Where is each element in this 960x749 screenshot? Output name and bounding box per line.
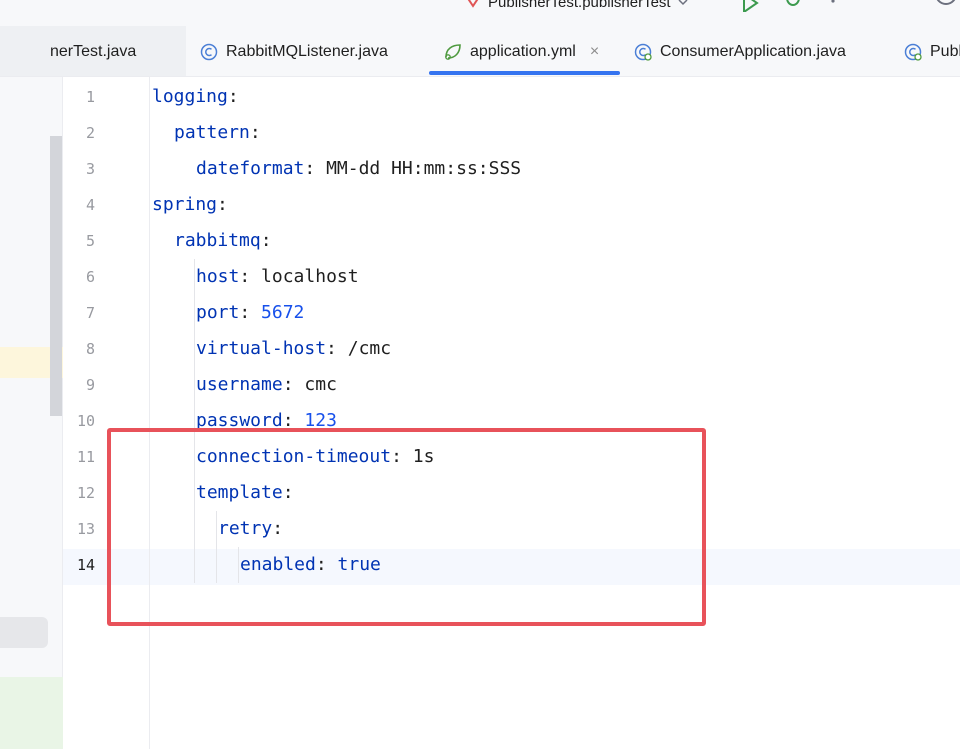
line-number: 7	[85, 304, 95, 322]
line-number: 6	[85, 268, 95, 286]
account-icon[interactable]	[932, 0, 960, 12]
yaml-key: dateformat	[196, 158, 305, 179]
yaml-entry: spring:	[152, 187, 239, 223]
line-number: 4	[85, 196, 95, 214]
yaml-key: virtual-host	[196, 338, 327, 359]
code-line[interactable]: 7 port: 5672	[63, 295, 960, 331]
yaml-colon: :	[217, 194, 239, 215]
yaml-entry: dateformat: MM-dd HH:mm:ss:SSS	[196, 151, 521, 187]
code-line[interactable]: 2 pattern:	[63, 115, 960, 151]
yaml-colon: :	[249, 122, 272, 143]
line-number: 13	[76, 520, 95, 538]
java-class-icon	[200, 43, 218, 60]
code-line[interactable]: 8 virtual-host: /cmc	[63, 331, 960, 367]
tree-item[interactable]	[0, 677, 63, 749]
annotation-box	[107, 428, 706, 626]
editor-tab-bar: nerTest.java RabbitMQListener.java appli…	[0, 26, 960, 77]
debug-icon[interactable]	[782, 0, 804, 12]
run-configuration-label: PublisherTest.publisherTest	[488, 0, 671, 11]
yaml-colon: :	[304, 158, 327, 179]
code-line[interactable]: 9 username: cmc	[63, 367, 960, 403]
line-number: 14	[76, 556, 95, 574]
code-line[interactable]: 3 dateformat: MM-dd HH:mm:ss:SSS	[63, 151, 960, 187]
yaml-key: spring	[152, 194, 218, 215]
line-number: 9	[85, 376, 95, 394]
line-number: 1	[85, 88, 95, 106]
yaml-value: /cmc	[347, 338, 392, 359]
yaml-colon: :	[239, 302, 262, 323]
yaml-key: logging	[152, 86, 228, 107]
tab-label: application.yml	[470, 42, 576, 60]
chevron-down-icon	[678, 0, 688, 6]
junit-icon	[467, 0, 479, 8]
yaml-key: host	[196, 266, 240, 287]
tab-consumer-application[interactable]: ConsumerApplication.java	[634, 26, 846, 76]
code-line[interactable]: 4 spring:	[63, 187, 960, 223]
yaml-key: rabbitmq	[174, 230, 261, 251]
yaml-entry: port: 5672	[196, 295, 304, 331]
yaml-colon: :	[326, 338, 348, 359]
yaml-colon: :	[239, 266, 262, 287]
spring-yaml-icon	[445, 43, 461, 60]
tab-application-yml[interactable]: application.yml ×	[444, 26, 599, 76]
tab-rabbitmq-listener[interactable]: RabbitMQListener.java	[200, 26, 388, 76]
tab-label: ConsumerApplication.java	[660, 42, 846, 60]
yaml-value: cmc	[304, 374, 337, 395]
code-line[interactable]: 6 host: localhost	[63, 259, 960, 295]
line-number: 2	[85, 124, 95, 142]
tab-label: Publi	[930, 42, 960, 60]
code-line[interactable]: 5 rabbitmq:	[63, 223, 960, 259]
tab-label: RabbitMQListener.java	[226, 42, 388, 60]
spring-boot-class-icon	[634, 43, 652, 61]
tab-publisher-application[interactable]: Publi	[904, 26, 960, 76]
tab-label: nerTest.java	[50, 42, 137, 60]
run-icon[interactable]	[740, 0, 760, 12]
yaml-colon: :	[227, 86, 250, 107]
yaml-value: MM-dd HH:mm:ss:SSS	[326, 158, 522, 179]
code-editor[interactable]: 1 logging: 2 pattern: 3 dateformat: MM-dd H…	[63, 77, 960, 749]
close-tab-icon[interactable]: ×	[590, 43, 599, 61]
project-panel	[0, 77, 63, 749]
yaml-colon: :	[282, 374, 305, 395]
yaml-entry: pattern:	[174, 115, 272, 151]
code-line[interactable]: 1 logging:	[63, 79, 960, 115]
main-toolbar: PublisherTest.publisherTest	[0, 0, 960, 26]
yaml-value: localhost	[261, 266, 359, 287]
yaml-entry: virtual-host: /cmc	[196, 331, 391, 367]
line-number: 3	[85, 160, 95, 178]
line-number: 8	[85, 340, 95, 358]
spring-boot-class-icon	[904, 43, 922, 61]
yaml-colon: :	[260, 230, 283, 251]
yaml-entry: logging:	[152, 79, 250, 115]
scrollbar[interactable]	[50, 136, 62, 416]
yaml-key: username	[196, 374, 283, 395]
active-tab-indicator	[429, 71, 620, 75]
yaml-entry: host: localhost	[196, 259, 359, 295]
yaml-entry: rabbitmq:	[174, 223, 282, 259]
yaml-key: port	[196, 302, 240, 323]
yaml-value: 5672	[261, 302, 305, 323]
tree-item[interactable]	[0, 617, 48, 648]
yaml-key: pattern	[174, 122, 250, 143]
line-number: 12	[76, 484, 95, 502]
more-actions-icon[interactable]	[828, 0, 838, 12]
run-configuration-selector[interactable]: PublisherTest.publisherTest	[464, 0, 689, 12]
tab-publisher-test[interactable]: nerTest.java	[0, 26, 186, 76]
line-number: 5	[85, 232, 95, 250]
line-number: 11	[76, 448, 95, 466]
yaml-entry: username: cmc	[196, 367, 337, 403]
line-number: 10	[76, 412, 95, 430]
